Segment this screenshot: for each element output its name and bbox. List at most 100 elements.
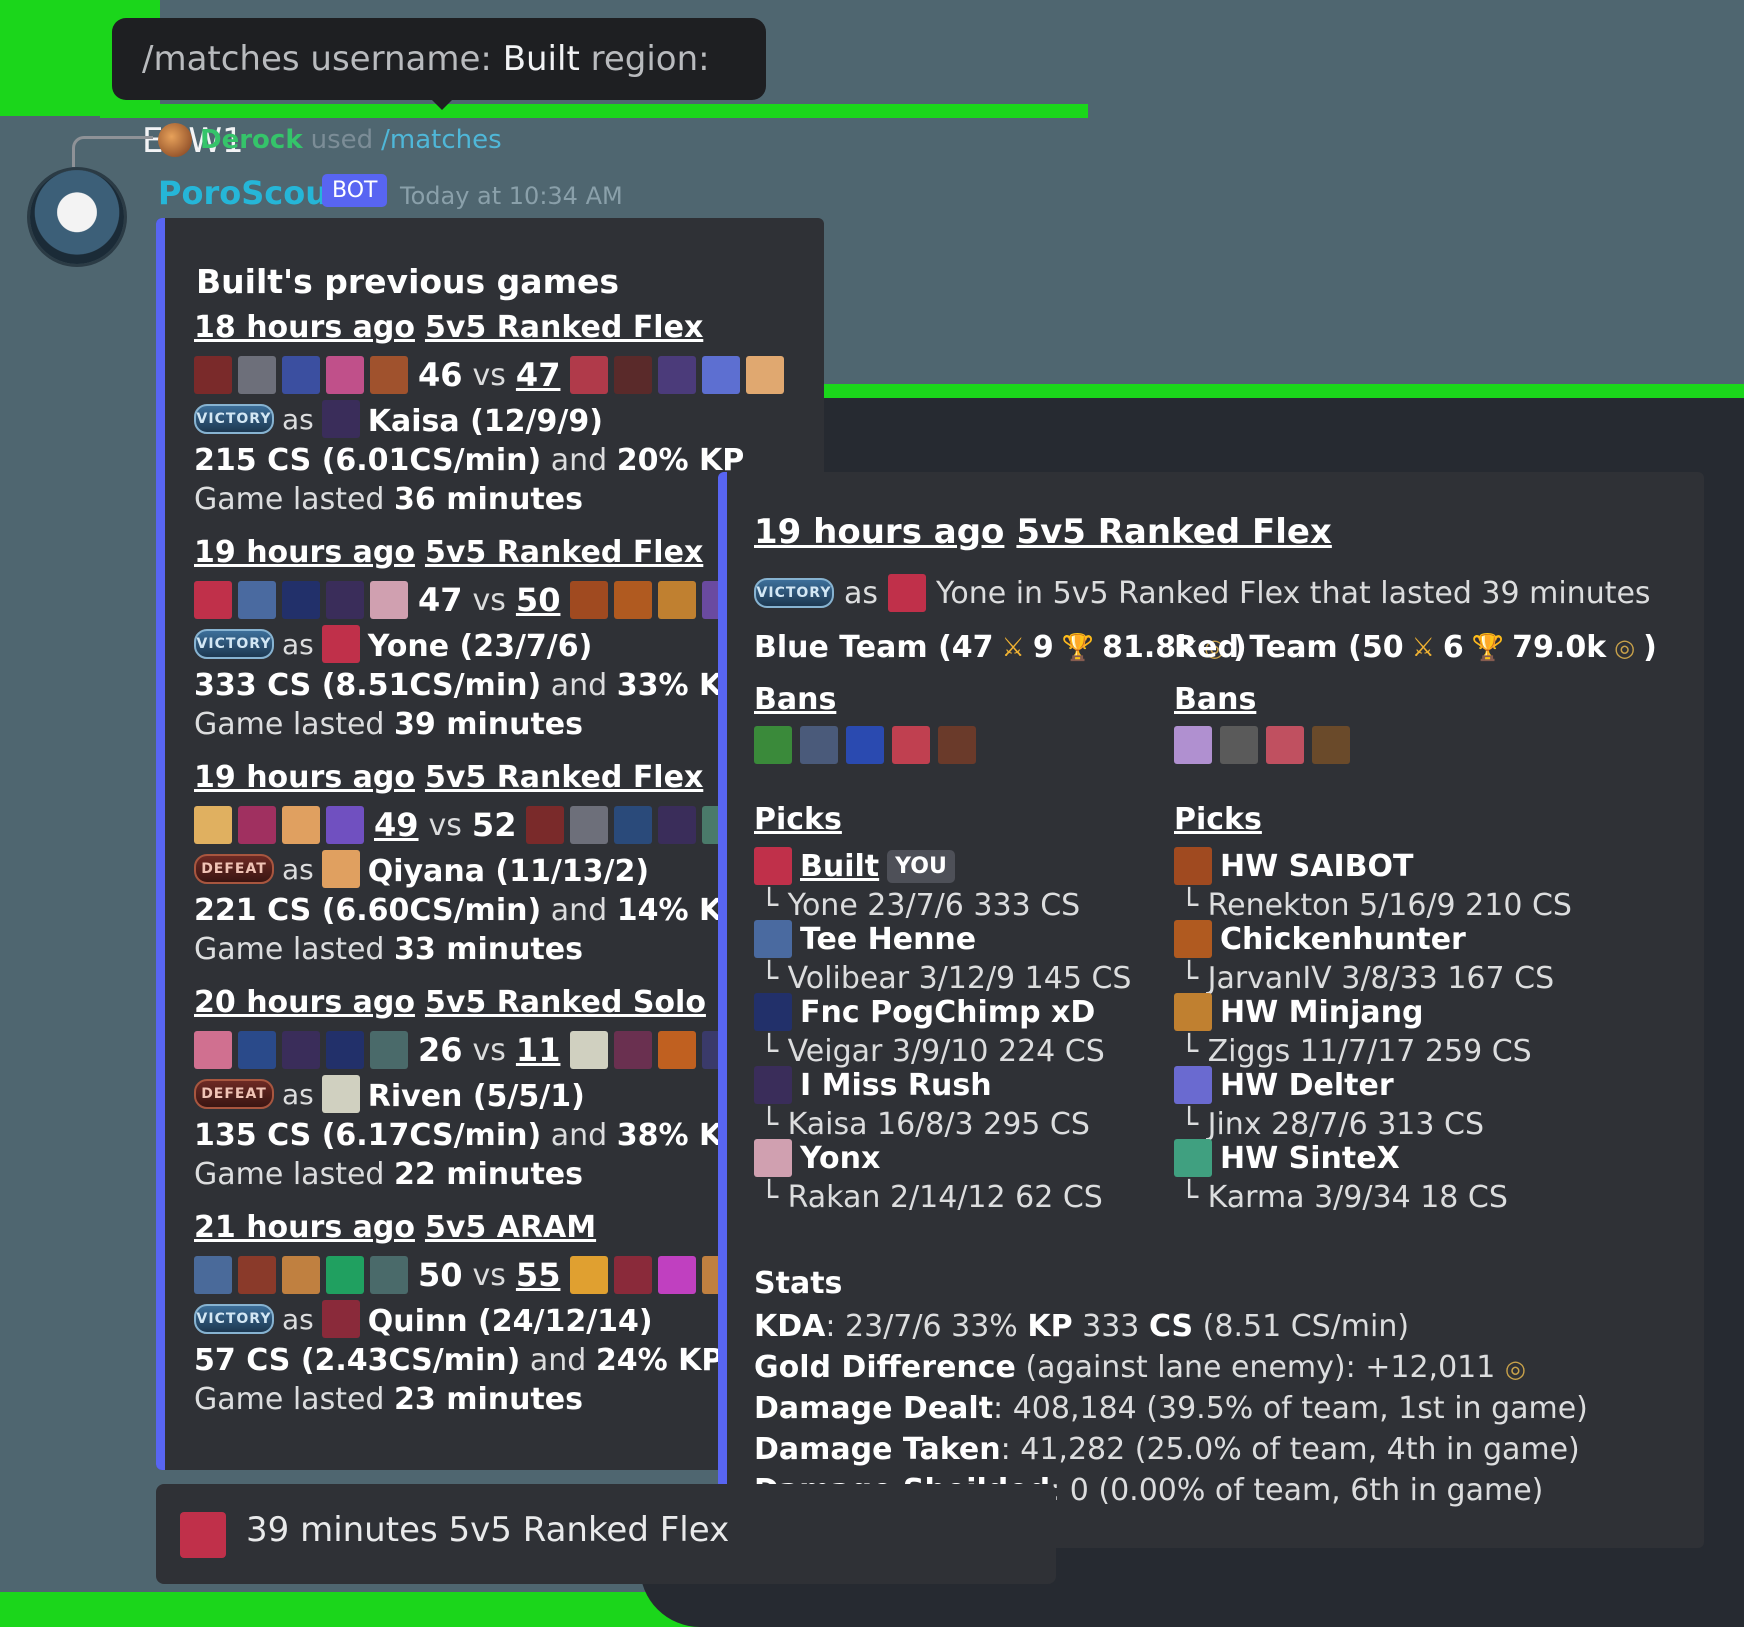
champion-icon bbox=[194, 581, 232, 619]
player-stats: Karma 3/9/34 18 CS bbox=[1207, 1180, 1508, 1215]
tree-branch-icon: └ bbox=[760, 961, 788, 996]
red-close: ) bbox=[1643, 630, 1657, 665]
game-mode[interactable]: 5v5 Ranked Solo bbox=[425, 985, 706, 1020]
reply-connector bbox=[72, 136, 153, 167]
blue-kills: 47 bbox=[418, 581, 463, 619]
dealt-value: : 408,184 (39.5% of team, 1st in game) bbox=[993, 1391, 1588, 1426]
blue-bans-title: Bans bbox=[754, 682, 837, 717]
lasted-text: Game lasted bbox=[194, 707, 385, 742]
embed-accent-bar bbox=[718, 472, 727, 1548]
lasted-text: Game lasted bbox=[194, 482, 385, 517]
reply-command[interactable]: /matches bbox=[381, 125, 502, 155]
red-team-label: Red Team (50 bbox=[1174, 630, 1404, 665]
stat-gold: Gold Difference (against lane enemy): +1… bbox=[754, 1350, 1588, 1385]
kda-label: KDA bbox=[754, 1309, 826, 1344]
kda-value: : 23/7/6 33% bbox=[825, 1309, 1018, 1344]
blue-picks-title: Picks bbox=[754, 802, 842, 837]
game-when[interactable]: 18 hours ago bbox=[194, 310, 415, 345]
game-when[interactable]: 19 hours ago bbox=[194, 760, 415, 795]
reply-reference[interactable]: Derock used /matches bbox=[158, 122, 502, 158]
stats-title: Stats bbox=[754, 1266, 843, 1301]
champion-icon bbox=[658, 581, 697, 619]
player-name: Fnc PogChimp xD bbox=[800, 994, 1096, 1030]
champion-kda: Yone (23/7/6) bbox=[367, 628, 593, 664]
result-badge: DEFEAT bbox=[194, 1079, 274, 1109]
game-when[interactable]: 20 hours ago bbox=[194, 985, 415, 1020]
cs-value: 333 CS (8.51CS/min) bbox=[194, 668, 542, 703]
selected-match-text[interactable]: 39 minutes 5v5 Ranked Flex bbox=[246, 1510, 729, 1550]
reply-used-text: used bbox=[310, 125, 374, 155]
champion-icon bbox=[321, 1300, 360, 1338]
champion-kda: Kaisa (12/9/9) bbox=[367, 403, 603, 439]
bot-avatar[interactable] bbox=[30, 170, 124, 264]
game-mode[interactable]: 5v5 Ranked Flex bbox=[425, 760, 703, 795]
cs-num: 333 bbox=[1082, 1309, 1140, 1344]
player-pick: HW Delter └ Jinx 28/7/6 313 CS bbox=[1174, 1065, 1574, 1145]
champion-icon bbox=[1174, 920, 1212, 958]
game-when[interactable]: 21 hours ago bbox=[194, 1210, 415, 1245]
result-badge: VICTORY bbox=[194, 629, 274, 659]
ban-champion-icon bbox=[1174, 726, 1212, 764]
champion-icon bbox=[282, 1031, 320, 1069]
ban-champion-icon bbox=[892, 726, 930, 764]
cs-value: 215 CS (6.01CS/min) bbox=[194, 443, 542, 478]
game-mode[interactable]: 5v5 Ranked Flex bbox=[425, 535, 703, 570]
sword-icon: ⚔ bbox=[1001, 632, 1025, 663]
player-stats: Jinx 28/7/6 313 CS bbox=[1207, 1107, 1484, 1142]
champion-icon bbox=[321, 400, 360, 438]
champion-icon bbox=[614, 356, 653, 394]
gold-label: Gold Difference bbox=[754, 1350, 1016, 1385]
detail-mode[interactable]: 5v5 Ranked Flex bbox=[1016, 512, 1331, 552]
champion-icon bbox=[702, 356, 741, 394]
game-when[interactable]: 19 hours ago bbox=[194, 535, 415, 570]
game-title-link[interactable]: 18 hours ago 5v5 Ranked Flex bbox=[194, 310, 814, 345]
selected-match-button[interactable]: 39 minutes 5v5 Ranked Flex bbox=[156, 1484, 1056, 1584]
player-name-row: HW Minjang bbox=[1174, 992, 1574, 1032]
ban-champion-icon bbox=[800, 726, 838, 764]
game-mode[interactable]: 5v5 ARAM bbox=[425, 1210, 596, 1245]
player-stats: Ziggs 11/7/17 259 CS bbox=[1207, 1034, 1532, 1069]
champion-row: 46 vs 47 bbox=[194, 355, 814, 395]
reply-avatar[interactable] bbox=[158, 123, 192, 157]
stats-section: Stats KDA: 23/7/6 33% KP 333 CS (8.51 CS… bbox=[754, 1266, 1588, 1514]
as-text: as bbox=[282, 627, 314, 661]
tree-branch-icon: └ bbox=[1180, 888, 1208, 923]
champion-kda: Riven (5/5/1) bbox=[367, 1078, 585, 1114]
detail-when[interactable]: 19 hours ago bbox=[754, 512, 1004, 552]
cs-value: 221 CS (6.60CS/min) bbox=[194, 893, 542, 928]
detail-summary-text: Yone in 5v5 Ranked Flex that lasted 39 m… bbox=[936, 575, 1651, 611]
champion-icon bbox=[570, 581, 609, 619]
champion-icon bbox=[238, 1031, 276, 1069]
command-username: Built bbox=[502, 39, 580, 79]
taken-value: : 41,282 (25.0% of team, 4th in game) bbox=[1000, 1432, 1580, 1467]
result-row: VICTORY as Kaisa (12/9/9) bbox=[194, 399, 814, 439]
result-badge: DEFEAT bbox=[194, 854, 274, 884]
kp-label: KP bbox=[1027, 1309, 1073, 1344]
vs-text: vs bbox=[472, 582, 506, 618]
bot-username[interactable]: PoroScout bbox=[158, 174, 343, 212]
detail-title-link[interactable]: 19 hours ago 5v5 Ranked Flex bbox=[754, 512, 1344, 552]
player-name-row: Built YOU bbox=[754, 846, 1154, 886]
champion-icon bbox=[282, 1256, 320, 1294]
stat-damage-taken: Damage Taken: 41,282 (25.0% of team, 4th… bbox=[754, 1432, 1588, 1467]
player-name-row: HW SAIBOT bbox=[1174, 846, 1574, 886]
champion-icon bbox=[326, 1031, 364, 1069]
champion-icon bbox=[570, 806, 609, 844]
as-text: as bbox=[282, 1077, 314, 1111]
red-team-header: Red Team (50 ⚔ 6 🏆 79.0k ◎ ) bbox=[1174, 630, 1657, 665]
history-title: Built's previous games bbox=[196, 262, 619, 301]
player-pick: Tee Henne └ Volibear 3/12/9 145 CS bbox=[754, 919, 1154, 999]
and-text: and bbox=[550, 443, 608, 478]
champion-icon bbox=[754, 993, 792, 1031]
message-timestamp: Today at 10:34 AM bbox=[400, 182, 623, 210]
blue-bans bbox=[754, 726, 976, 764]
game-mode[interactable]: 5v5 Ranked Flex bbox=[425, 310, 703, 345]
champion-icon bbox=[1174, 1139, 1212, 1177]
embed-accent-bar bbox=[156, 218, 165, 1470]
reply-username[interactable]: Derock bbox=[200, 125, 303, 155]
ban-champion-icon bbox=[1220, 726, 1258, 764]
stat-damage-dealt: Damage Dealt: 408,184 (39.5% of team, 1s… bbox=[754, 1391, 1588, 1426]
player-name-row: Tee Henne bbox=[754, 919, 1154, 959]
player-name[interactable]: Built bbox=[800, 849, 879, 884]
lasted-text: Game lasted bbox=[194, 1382, 385, 1417]
